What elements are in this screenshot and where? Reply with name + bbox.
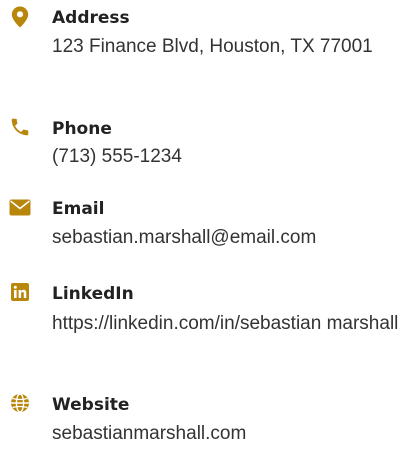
contact-item-address: Address 123 Finance Blvd, Houston, TX 77… (0, 0, 411, 100)
linkedin-link[interactable]: https://linkedin.com/in/sebastian marsha… (52, 313, 398, 334)
contact-item-email: Email sebastian.marshall@email.com (0, 190, 411, 260)
address-label: Address (52, 8, 130, 28)
website-label: Website (52, 395, 130, 415)
linkedin-label: LinkedIn (52, 284, 134, 304)
website-value[interactable]: sebastianmarshall.com (52, 421, 408, 447)
contact-item-website: Website sebastianmarshall.com (0, 386, 411, 450)
map-pin-icon (8, 6, 32, 28)
address-value: 123 Finance Blvd, Houston, TX 77001 (52, 36, 373, 57)
phone-icon (8, 116, 32, 138)
linkedin-value[interactable]: https://linkedin.com/in/sebastian marsha… (52, 311, 408, 337)
email-label: Email (52, 199, 105, 219)
phone-link[interactable]: (713) 555-1234 (52, 146, 182, 167)
contact-list: Address 123 Finance Blvd, Houston, TX 77… (0, 0, 411, 451)
contact-item-phone: Phone (713) 555-1234 (0, 110, 411, 180)
linkedin-icon (8, 281, 32, 303)
globe-icon (8, 392, 32, 414)
contact-item-linkedin: LinkedIn https://linkedin.com/in/sebasti… (0, 276, 411, 376)
phone-label: Phone (52, 119, 112, 139)
phone-value[interactable]: (713) 555-1234 (52, 144, 408, 170)
email-link[interactable]: sebastian.marshall@email.com (52, 227, 316, 248)
email-value[interactable]: sebastian.marshall@email.com (52, 225, 408, 251)
website-link[interactable]: sebastianmarshall.com (52, 423, 246, 444)
envelope-icon (8, 196, 32, 218)
